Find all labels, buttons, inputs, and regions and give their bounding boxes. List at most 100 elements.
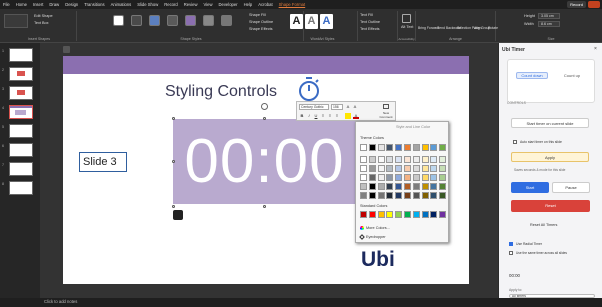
standard-color-swatch[interactable] bbox=[404, 211, 411, 218]
bold-icon[interactable]: B bbox=[299, 113, 305, 119]
theme-color-swatch[interactable] bbox=[395, 192, 403, 199]
menu-slide-show[interactable]: Slide Show bbox=[134, 2, 161, 7]
text-fill-button[interactable]: Text Fill bbox=[360, 13, 373, 17]
new-comment-button[interactable]: New Comment bbox=[379, 103, 393, 121]
theme-color-swatch[interactable] bbox=[386, 165, 394, 172]
menu-record[interactable]: Record bbox=[161, 2, 181, 7]
start-button[interactable]: Start bbox=[511, 182, 549, 193]
rotate-handle-icon[interactable] bbox=[261, 103, 268, 110]
reset-button[interactable]: Reset bbox=[511, 200, 590, 212]
theme-color-swatch[interactable] bbox=[395, 174, 403, 181]
rotate-button[interactable]: Rotate bbox=[488, 26, 498, 30]
menu-review[interactable]: Review bbox=[181, 2, 201, 7]
menu-design[interactable]: Design bbox=[62, 2, 81, 7]
reset-all-link[interactable]: Reset All Timers bbox=[530, 223, 557, 227]
theme-color-swatch[interactable] bbox=[368, 192, 376, 199]
theme-color-swatch[interactable] bbox=[368, 165, 376, 172]
theme-color-swatch[interactable] bbox=[412, 174, 420, 181]
theme-color-swatch[interactable] bbox=[377, 165, 385, 172]
theme-color-swatch[interactable] bbox=[386, 156, 394, 163]
menu-file[interactable]: File bbox=[0, 2, 13, 7]
resize-handle[interactable] bbox=[172, 117, 175, 120]
theme-color-swatch[interactable] bbox=[421, 156, 429, 163]
standard-color-swatch[interactable] bbox=[368, 211, 376, 218]
theme-color-swatch[interactable] bbox=[430, 165, 438, 172]
theme-color-swatch[interactable] bbox=[377, 156, 385, 163]
standard-color-swatch[interactable] bbox=[377, 211, 385, 218]
shapes-gallery[interactable] bbox=[4, 14, 28, 28]
slide-thumbnail-1[interactable] bbox=[9, 48, 33, 62]
theme-color-swatch[interactable] bbox=[377, 183, 385, 190]
theme-color-swatch[interactable] bbox=[421, 192, 429, 199]
highlight-icon[interactable] bbox=[345, 113, 351, 119]
menu-acrobat[interactable]: Acrobat bbox=[255, 2, 275, 7]
style-swatch[interactable] bbox=[113, 15, 124, 26]
shape-effects-button[interactable]: Shape Effects bbox=[249, 27, 273, 31]
theme-color-swatch[interactable] bbox=[404, 165, 411, 172]
theme-color-swatch[interactable] bbox=[360, 156, 367, 163]
radial-timer-checkbox[interactable] bbox=[509, 242, 513, 246]
grow-font-icon[interactable]: A bbox=[345, 104, 351, 110]
shape-outline-button[interactable]: Shape Outline bbox=[249, 20, 273, 24]
standard-color-swatch[interactable] bbox=[360, 211, 367, 218]
theme-color-swatch[interactable] bbox=[360, 183, 367, 190]
theme-color-swatch[interactable] bbox=[439, 144, 447, 151]
shrink-font-icon[interactable]: A bbox=[352, 104, 358, 110]
theme-color-swatch[interactable] bbox=[439, 174, 447, 181]
font-name-field[interactable]: Century Gothic bbox=[299, 104, 329, 110]
theme-color-swatch[interactable] bbox=[439, 165, 447, 172]
theme-color-swatch[interactable] bbox=[395, 183, 403, 190]
theme-color-swatch[interactable] bbox=[412, 192, 420, 199]
style-swatch[interactable] bbox=[221, 15, 232, 26]
menu-developer[interactable]: Developer bbox=[215, 2, 240, 7]
shape-fill-button[interactable]: Shape Fill bbox=[249, 13, 266, 17]
menu-transitions[interactable]: Transitions bbox=[81, 2, 107, 7]
record-button[interactable]: Record bbox=[567, 1, 586, 8]
text-box-button[interactable]: Text Box bbox=[34, 21, 49, 25]
tab-count-down[interactable]: Count down bbox=[516, 72, 548, 79]
theme-color-swatch[interactable] bbox=[395, 165, 403, 172]
theme-color-swatch[interactable] bbox=[421, 165, 429, 172]
menu-draw[interactable]: Draw bbox=[46, 2, 62, 7]
edit-shape-button[interactable]: Edit Shape bbox=[34, 14, 53, 18]
theme-color-swatch[interactable] bbox=[368, 156, 376, 163]
theme-color-swatch[interactable] bbox=[386, 183, 394, 190]
theme-color-swatch[interactable] bbox=[412, 165, 420, 172]
standard-color-swatch[interactable] bbox=[430, 211, 438, 218]
slide-thumbnail-4[interactable] bbox=[9, 105, 33, 119]
pause-button[interactable]: Pause bbox=[552, 182, 590, 193]
slide-thumbnail-8[interactable] bbox=[9, 181, 33, 195]
theme-color-swatch[interactable] bbox=[386, 192, 394, 199]
theme-color-swatch[interactable] bbox=[404, 183, 411, 190]
style-swatch[interactable] bbox=[203, 15, 214, 26]
theme-color-swatch[interactable] bbox=[430, 183, 438, 190]
style-swatch[interactable] bbox=[131, 15, 142, 26]
alt-text-icon[interactable] bbox=[402, 14, 411, 23]
slide-thumbnail-5[interactable] bbox=[9, 124, 33, 138]
theme-color-swatch[interactable] bbox=[368, 144, 376, 151]
theme-color-swatch[interactable] bbox=[421, 174, 429, 181]
apply-to-select[interactable]: All timers bbox=[509, 294, 595, 298]
notes-placeholder[interactable]: Click to add notes bbox=[44, 299, 77, 304]
slide-thumbnail-7[interactable] bbox=[9, 162, 33, 176]
theme-color-swatch[interactable] bbox=[377, 192, 385, 199]
italic-icon[interactable]: I bbox=[306, 113, 312, 119]
theme-color-swatch[interactable] bbox=[421, 183, 429, 190]
theme-color-swatch[interactable] bbox=[360, 165, 367, 172]
theme-color-swatch[interactable] bbox=[377, 144, 385, 151]
theme-color-swatch[interactable] bbox=[360, 144, 367, 151]
theme-color-swatch[interactable] bbox=[395, 144, 403, 151]
theme-color-swatch[interactable] bbox=[404, 192, 411, 199]
theme-color-swatch[interactable] bbox=[404, 144, 411, 151]
menu-shape-format[interactable]: Shape Format bbox=[276, 2, 309, 7]
theme-color-swatch[interactable] bbox=[421, 144, 429, 151]
theme-color-swatch[interactable] bbox=[412, 183, 420, 190]
design-ideas-icon[interactable] bbox=[173, 210, 183, 220]
align-center-icon[interactable]: ≡ bbox=[327, 113, 333, 119]
standard-color-swatch[interactable] bbox=[439, 211, 447, 218]
font-size-field[interactable]: 156 bbox=[331, 104, 343, 110]
auto-start-checkbox[interactable] bbox=[513, 140, 517, 144]
theme-color-swatch[interactable] bbox=[412, 144, 420, 151]
slide-title[interactable]: Styling Controls bbox=[165, 83, 277, 101]
close-icon[interactable]: × bbox=[594, 46, 597, 52]
